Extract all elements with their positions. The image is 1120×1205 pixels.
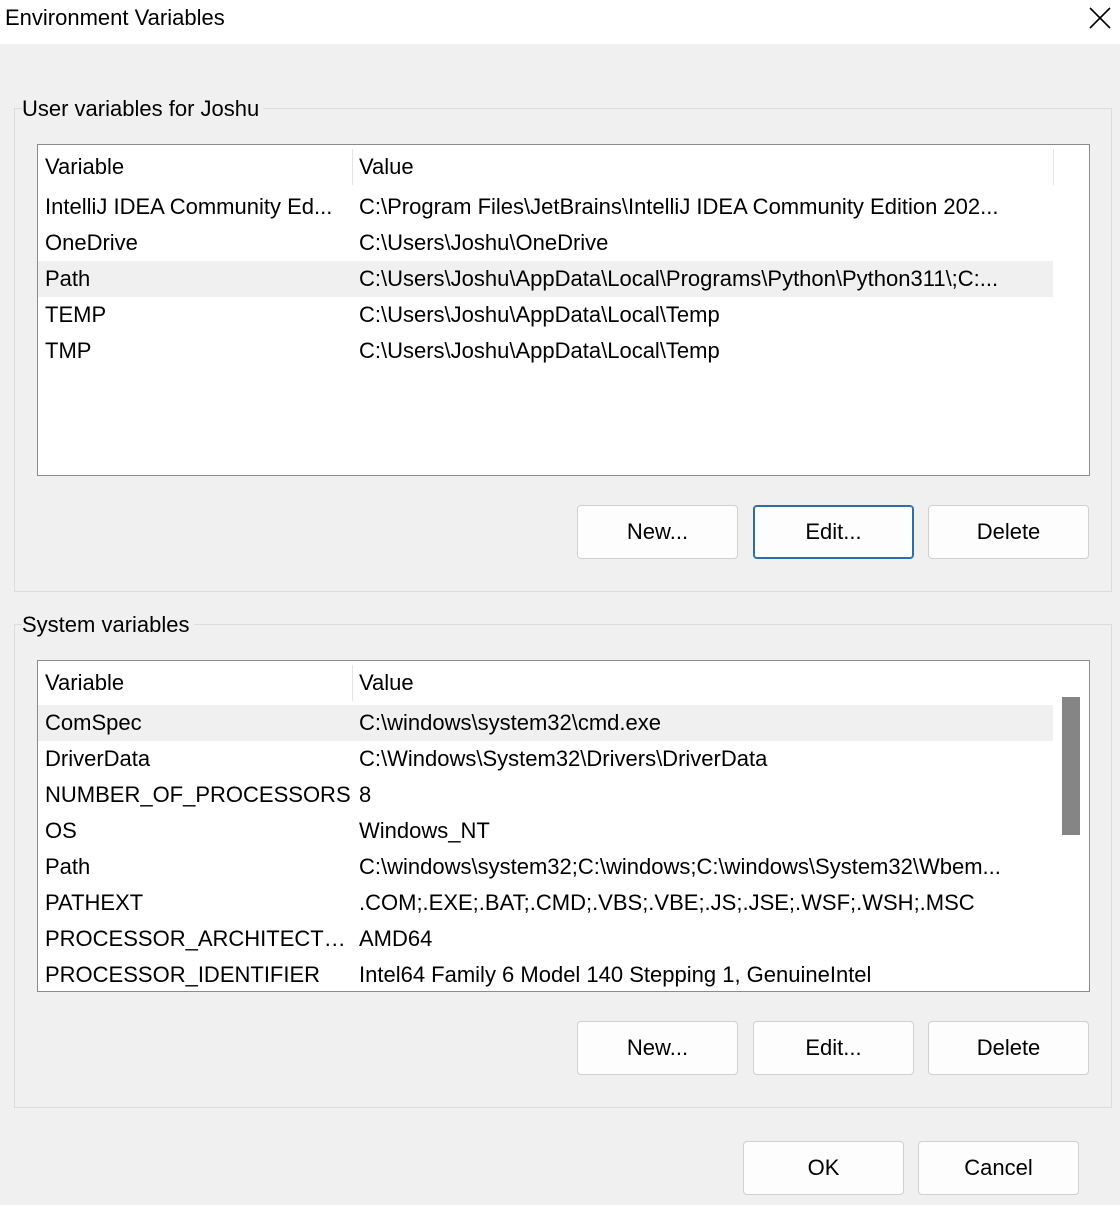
- variable-value-cell: C:\Users\Joshu\AppData\Local\Temp: [359, 302, 720, 327]
- system-edit-button[interactable]: Edit...: [753, 1021, 914, 1075]
- variable-value-cell: C:\Program Files\JetBrains\IntelliJ IDEA…: [359, 194, 999, 219]
- list-header: Variable Value: [38, 145, 1054, 187]
- list-row[interactable]: IntelliJ IDEA Community Ed... C:\Program …: [38, 189, 1053, 225]
- list-rows: IntelliJ IDEA Community Ed... C:\Program …: [38, 189, 1053, 369]
- list-row[interactable]: NUMBER_OF_PROCESSORS 8: [38, 777, 1053, 813]
- user-variables-list[interactable]: Variable Value IntelliJ IDEA Community E…: [37, 144, 1090, 476]
- variable-name-cell: OneDrive: [45, 230, 138, 255]
- list-row[interactable]: Path C:\windows\system32;C:\windows;C:\wi…: [38, 849, 1053, 885]
- list-row[interactable]: TEMP C:\Users\Joshu\AppData\Local\Temp: [38, 297, 1053, 333]
- system-variables-label: System variables: [22, 612, 194, 638]
- variable-name-cell: ComSpec: [45, 710, 142, 735]
- list-row[interactable]: TMP C:\Users\Joshu\AppData\Local\Temp: [38, 333, 1053, 369]
- column-header-value[interactable]: Value: [359, 661, 414, 703]
- user-variables-label: User variables for Joshu: [22, 96, 264, 122]
- close-button[interactable]: [1076, 0, 1120, 38]
- scrollbar-thumb[interactable]: [1062, 697, 1080, 835]
- system-delete-button[interactable]: Delete: [928, 1021, 1089, 1075]
- title-bar: Environment Variables: [0, 0, 1120, 44]
- system-new-button[interactable]: New...: [577, 1021, 738, 1075]
- ok-button[interactable]: OK: [743, 1141, 904, 1195]
- variable-name-cell: PATHEXT: [45, 890, 144, 915]
- variable-value-cell: .COM;.EXE;.BAT;.CMD;.VBS;.VBE;.JS;.JSE;.…: [359, 890, 975, 915]
- close-icon: [1089, 7, 1111, 29]
- variable-name-cell: DriverData: [45, 746, 151, 771]
- variable-value-cell: 8: [359, 782, 372, 807]
- variable-name-cell: NUMBER_OF_PROCESSORS: [45, 782, 351, 807]
- variable-name-cell: OS: [45, 818, 77, 843]
- variable-value-cell: C:\windows\system32\cmd.exe: [359, 710, 661, 735]
- user-edit-button[interactable]: Edit...: [753, 505, 914, 559]
- variable-value-cell: AMD64: [359, 926, 433, 951]
- list-row[interactable]: ComSpec C:\windows\system32\cmd.exe: [38, 705, 1053, 741]
- list-row[interactable]: OS Windows_NT: [38, 813, 1053, 849]
- list-row[interactable]: Path C:\Users\Joshu\AppData\Local\Program…: [38, 261, 1053, 297]
- variable-value-cell: Intel64 Family 6 Model 140 Stepping 1, G…: [359, 962, 872, 987]
- environment-variables-dialog: Environment Variables User variables for…: [0, 0, 1120, 1205]
- variable-name-cell: PROCESSOR_ARCHITECTURE: [45, 926, 352, 951]
- variable-value-cell: C:\Users\Joshu\OneDrive: [359, 230, 609, 255]
- column-divider[interactable]: [352, 665, 353, 701]
- list-row[interactable]: PROCESSOR_ARCHITECTURE AMD64: [38, 921, 1053, 957]
- variable-value-cell: C:\Windows\System32\Drivers\DriverData: [359, 746, 768, 771]
- variable-name-cell: IntelliJ IDEA Community Ed...: [45, 194, 333, 219]
- list-row[interactable]: PATHEXT .COM;.EXE;.BAT;.CMD;.VBS;.VBE;.JS…: [38, 885, 1053, 921]
- user-delete-button[interactable]: Delete: [928, 505, 1089, 559]
- variable-name-cell: TMP: [45, 338, 92, 363]
- variable-name-cell: PROCESSOR_IDENTIFIER: [45, 962, 321, 987]
- list-row[interactable]: DriverData C:\Windows\System32\Drivers\Dr…: [38, 741, 1053, 777]
- system-variables-list[interactable]: Variable Value ComSpec C:\windows\system3…: [37, 660, 1090, 992]
- list-row[interactable]: OneDrive C:\Users\Joshu\OneDrive: [38, 225, 1053, 261]
- column-header-variable[interactable]: Variable: [45, 145, 352, 187]
- list-rows: ComSpec C:\windows\system32\cmd.exe Driver…: [38, 705, 1053, 991]
- list-row[interactable]: PROCESSOR_IDENTIFIER Intel64 Family 6 Mod…: [38, 957, 1053, 991]
- variable-name-cell: TEMP: [45, 302, 107, 327]
- vertical-scrollbar[interactable]: [1053, 661, 1089, 991]
- user-new-button[interactable]: New...: [577, 505, 738, 559]
- variable-value-cell: Windows_NT: [359, 818, 490, 843]
- variable-value-cell: C:\windows\system32;C:\windows;C:\window…: [359, 854, 1001, 879]
- variable-value-cell: C:\Users\Joshu\AppData\Local\Temp: [359, 338, 720, 363]
- variable-name-cell: Path: [45, 266, 91, 291]
- variable-value-cell: C:\Users\Joshu\AppData\Local\Programs\Py…: [359, 266, 999, 291]
- list-header: Variable Value: [38, 661, 1054, 703]
- window-title: Environment Variables: [5, 5, 225, 30]
- variable-name-cell: Path: [45, 854, 91, 879]
- column-divider[interactable]: [1053, 149, 1054, 185]
- column-header-value[interactable]: Value: [359, 145, 414, 187]
- column-divider[interactable]: [352, 149, 353, 185]
- cancel-button[interactable]: Cancel: [918, 1141, 1079, 1195]
- column-header-variable[interactable]: Variable: [45, 661, 352, 703]
